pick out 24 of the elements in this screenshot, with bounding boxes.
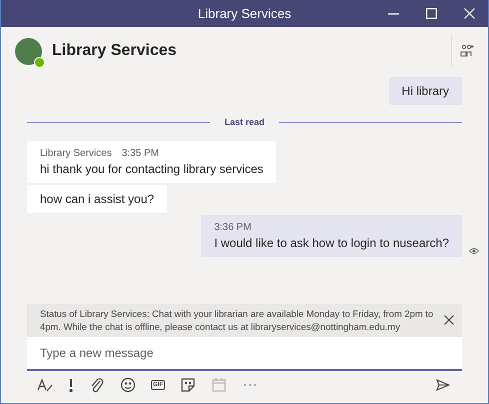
send-icon[interactable] bbox=[436, 379, 450, 391]
emoji-icon[interactable] bbox=[120, 377, 136, 393]
last-read-label: Last read bbox=[224, 117, 265, 127]
attach-icon[interactable] bbox=[89, 377, 105, 393]
sender-name: Library Services bbox=[40, 148, 112, 159]
close-icon[interactable] bbox=[444, 315, 454, 326]
status-text: Status of Library Services: Chat with your librarian are available Monday to Friday, from 2pm to 4pm. While the chat is offline, please contact us at libraryservices@nottingham.edu.my bbox=[40, 306, 434, 334]
chat-title: Library Services bbox=[52, 42, 178, 60]
add-people-icon[interactable] bbox=[460, 44, 474, 58]
more-icon[interactable] bbox=[242, 383, 258, 387]
message-text: Hi library bbox=[402, 84, 449, 98]
maximize-icon[interactable] bbox=[426, 8, 436, 19]
format-icon[interactable] bbox=[37, 377, 53, 393]
message-text: hi thank you for contacting library services bbox=[40, 162, 264, 176]
message-text: I would like to ask how to login to nusearch? bbox=[214, 236, 449, 250]
important-icon[interactable] bbox=[68, 377, 74, 393]
message-input[interactable]: Type a new message bbox=[27, 337, 462, 371]
avatar[interactable] bbox=[15, 38, 42, 64]
message-text: how can i assist you? bbox=[40, 192, 154, 206]
minimize-icon[interactable] bbox=[388, 12, 398, 14]
sticker-icon[interactable] bbox=[180, 377, 196, 393]
message-time: 3:35 PM bbox=[122, 148, 159, 159]
window-title: Library Services bbox=[198, 6, 292, 21]
message-time: 3:36 PM bbox=[214, 222, 252, 233]
